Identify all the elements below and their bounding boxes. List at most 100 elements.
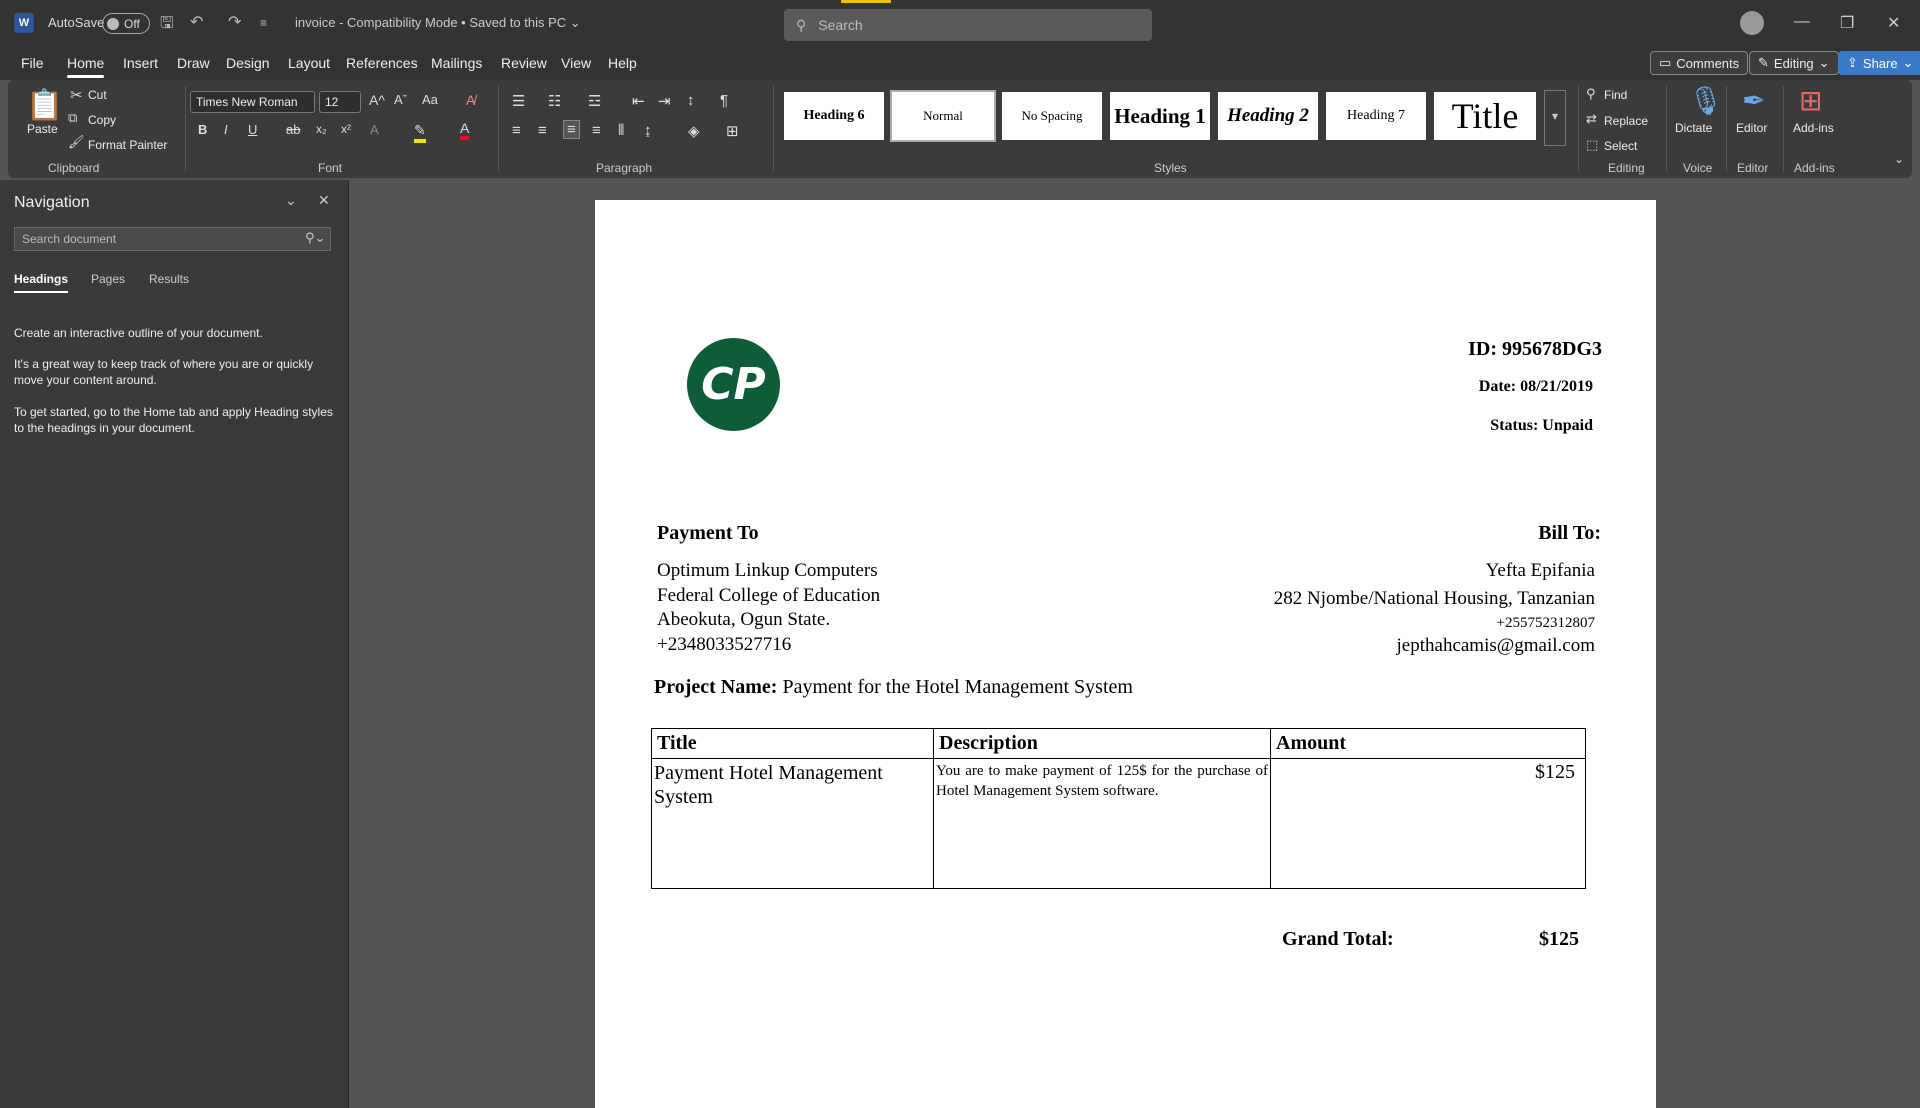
shading-icon[interactable]: ◈ <box>688 122 700 140</box>
autosave-toggle[interactable]: Off <box>102 13 150 34</box>
replace-icon[interactable]: ⇄ <box>1586 111 1597 127</box>
superscript-icon[interactable]: x² <box>341 122 351 136</box>
style-heading-1[interactable]: Heading 1 <box>1108 90 1212 142</box>
bold-icon[interactable]: B <box>198 122 207 137</box>
select-button[interactable]: Select <box>1604 139 1637 153</box>
customize-qat-icon[interactable]: ≡ <box>260 16 267 30</box>
minimize-icon[interactable]: — <box>1794 13 1810 31</box>
bullets-icon[interactable]: ☰ <box>512 92 525 110</box>
cut-button[interactable]: Cut <box>88 88 107 102</box>
style-heading-6[interactable]: Heading 6 <box>782 90 886 142</box>
copy-button[interactable]: Copy <box>88 113 116 127</box>
style-normal[interactable]: Normal <box>890 90 996 142</box>
tab-view[interactable]: View <box>561 55 591 71</box>
editor-pen-icon[interactable]: ✒ <box>1742 84 1765 117</box>
editing-mode-button[interactable]: ✎ Editing ⌄ <box>1749 51 1839 75</box>
search-box[interactable]: ⚲ Search <box>784 0 1152 41</box>
collapse-ribbon-icon[interactable]: ⌄ <box>1894 152 1904 166</box>
replace-button[interactable]: Replace <box>1604 114 1648 128</box>
highlight-icon[interactable]: ✎ <box>414 122 426 143</box>
font-name-select[interactable]: Times New Roman <box>190 91 315 113</box>
multilevel-list-icon[interactable]: ☲ <box>588 92 601 110</box>
font-size-select[interactable]: 12 <box>319 91 361 113</box>
sort-icon[interactable]: ↕ <box>687 92 695 109</box>
share-button[interactable]: ⇪ Share ⌄ <box>1838 51 1920 75</box>
style-heading-7[interactable]: Heading 7 <box>1324 90 1428 142</box>
format-painter-icon[interactable]: 🖌 <box>68 134 85 150</box>
borders-icon[interactable]: ⊞ <box>726 122 739 140</box>
addins-grid-icon[interactable]: ⊞ <box>1799 84 1822 117</box>
subscript-icon[interactable]: x₂ <box>316 122 327 136</box>
copy-icon[interactable]: ⧉ <box>68 110 77 126</box>
tab-review[interactable]: Review <box>501 55 547 71</box>
paste-icon[interactable]: 📋 <box>26 88 63 123</box>
cut-icon[interactable]: ✂ <box>70 86 83 104</box>
tab-pages[interactable]: Pages <box>91 272 125 286</box>
search-icon[interactable]: ⚲⌄ <box>305 230 325 246</box>
comments-button[interactable]: ▭ Comments <box>1650 51 1749 75</box>
tab-headings[interactable]: Headings <box>14 272 69 293</box>
align-left-icon[interactable]: ≡ <box>512 122 521 139</box>
style-no-spacing[interactable]: No Spacing <box>1000 90 1104 142</box>
document-page[interactable]: CP ID: 995678DG3 Date: 08/21/2019 Status… <box>595 200 1656 1108</box>
select-icon[interactable]: ⬚ <box>1586 137 1598 153</box>
tab-file[interactable]: File <box>21 55 44 71</box>
tab-draw[interactable]: Draw <box>177 55 210 71</box>
nav-help-text-1: Create an interactive outline of your do… <box>14 326 263 340</box>
search-document-input[interactable]: Search document <box>14 227 331 251</box>
redo-icon[interactable]: ↷ <box>228 12 241 32</box>
tab-design[interactable]: Design <box>226 55 270 71</box>
tab-insert[interactable]: Insert <box>123 55 158 71</box>
restore-icon[interactable]: ❐ <box>1840 13 1854 33</box>
close-window-icon[interactable]: ✕ <box>1887 13 1900 33</box>
clear-formatting-icon[interactable]: A̸ <box>466 92 475 108</box>
format-painter-button[interactable]: Format Painter <box>88 138 167 152</box>
align-center-icon[interactable]: ≡ <box>538 122 547 139</box>
microphone-icon[interactable]: 🎙 <box>1688 84 1724 117</box>
underline-icon[interactable]: U <box>248 122 257 137</box>
find-button[interactable]: Find <box>1604 88 1627 102</box>
addins-button[interactable]: Add-ins <box>1793 121 1834 135</box>
italic-icon[interactable]: I <box>224 122 228 137</box>
text-effects-icon[interactable]: A <box>370 122 379 137</box>
paragraph-mark-icon[interactable]: ¶ <box>720 92 728 109</box>
item-description[interactable]: You are to make payment of 125$ for the … <box>933 758 1271 889</box>
payee-line-3: Abeokuta, Ogun State. <box>657 609 831 630</box>
styles-more-icon[interactable]: ▾ <box>1544 90 1566 146</box>
item-amount[interactable]: $125 <box>1270 758 1586 889</box>
change-case-icon[interactable]: Aa <box>422 92 438 107</box>
divider <box>498 86 499 172</box>
line-spacing-icon[interactable]: ↨ <box>644 122 652 139</box>
grow-font-icon[interactable]: A^ <box>369 92 385 108</box>
tab-layout[interactable]: Layout <box>288 55 330 71</box>
numbering-icon[interactable]: ☷ <box>548 92 561 110</box>
pane-options-chevron-icon[interactable]: ⌄ <box>285 192 297 209</box>
tab-home[interactable]: Home <box>67 55 105 78</box>
shrink-font-icon[interactable]: Aˇ <box>394 92 407 107</box>
item-title[interactable]: Payment Hotel Management System <box>651 758 934 889</box>
editor-button[interactable]: Editor <box>1736 121 1767 135</box>
font-color-icon[interactable]: A <box>460 120 470 140</box>
increase-indent-icon[interactable]: ⇥ <box>658 92 671 110</box>
undo-icon[interactable]: ↶ <box>190 12 203 32</box>
close-pane-icon[interactable]: ✕ <box>318 192 330 209</box>
tab-mailings[interactable]: Mailings <box>431 55 482 71</box>
tab-help[interactable]: Help <box>608 55 637 71</box>
user-avatar[interactable] <box>1740 11 1764 35</box>
paste-button[interactable]: Paste <box>27 122 58 136</box>
tab-references[interactable]: References <box>346 55 418 71</box>
style-heading-2[interactable]: Heading 2 <box>1216 90 1320 142</box>
strikethrough-icon[interactable]: ab <box>286 122 300 137</box>
invoice-id: ID: 995678DG3 <box>1468 338 1602 360</box>
nav-help-text-2: It's a great way to keep track of where … <box>14 357 314 387</box>
dictate-button[interactable]: Dictate <box>1675 121 1712 135</box>
document-title[interactable]: invoice - Compatibility Mode • Saved to … <box>295 15 581 31</box>
decrease-indent-icon[interactable]: ⇤ <box>632 92 645 110</box>
style-title[interactable]: Title <box>1432 90 1538 142</box>
justify-icon[interactable]: ≡ <box>592 122 601 139</box>
column-distribute-icon[interactable]: ⫴ <box>618 122 624 139</box>
tab-results[interactable]: Results <box>149 272 189 286</box>
align-right-icon[interactable]: ≡ <box>563 120 580 139</box>
find-icon[interactable]: ⚲ <box>1586 86 1596 102</box>
save-icon[interactable]: 🖫 <box>160 12 174 39</box>
